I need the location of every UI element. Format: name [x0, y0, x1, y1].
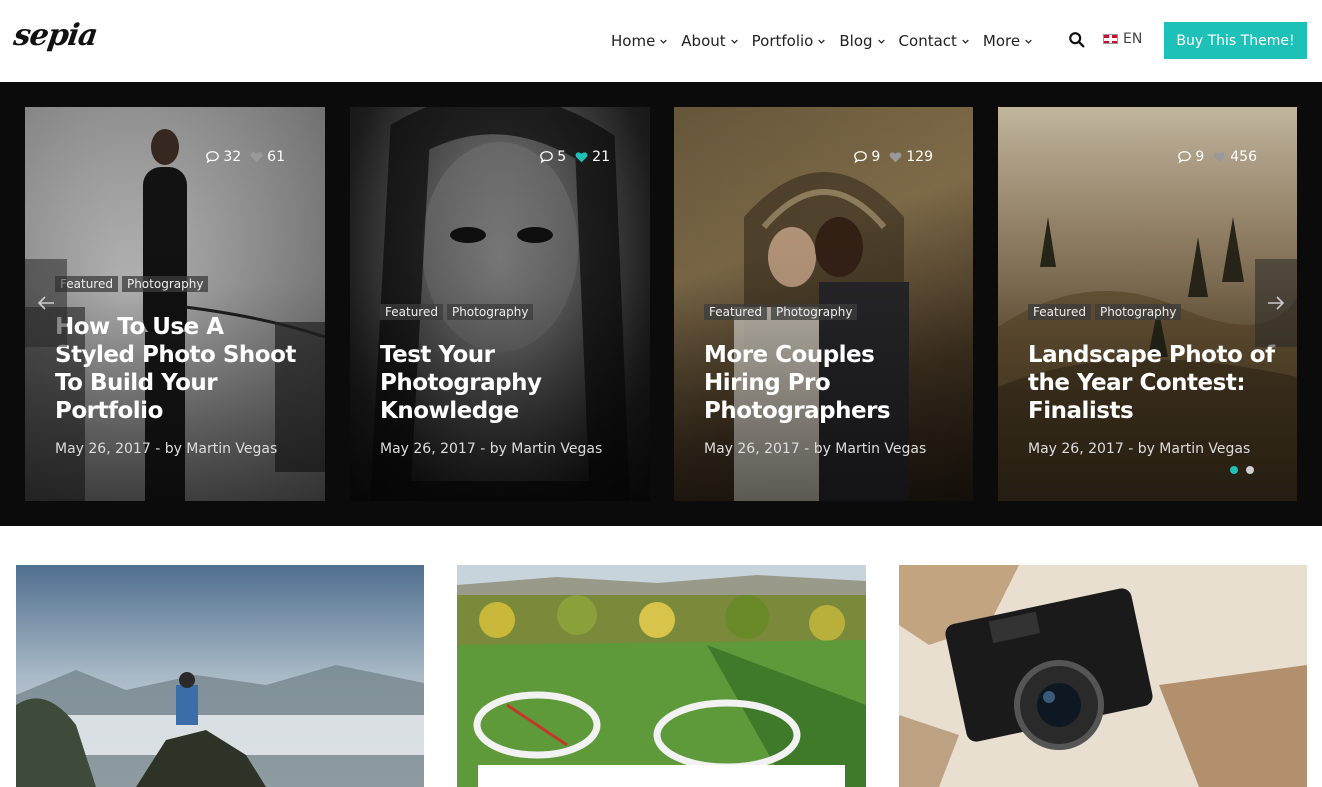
site-header: sepia Home About Portfolio Blog Contact … [0, 0, 1322, 82]
nav-item-blog[interactable]: Blog [839, 32, 885, 50]
arrow-right-icon [1268, 296, 1285, 310]
comment-icon [206, 151, 220, 164]
tag-photography[interactable]: Photography [770, 304, 858, 320]
tag-photography[interactable]: Photography [121, 276, 209, 292]
like-count: 21 [592, 149, 610, 165]
chevron-down-icon [818, 39, 826, 44]
camera-on-map-image [899, 565, 1307, 787]
like-count: 129 [906, 149, 933, 165]
heart-icon[interactable] [249, 150, 264, 164]
nav-item-label: More [982, 32, 1021, 50]
card-stats: 9 456 [1177, 149, 1257, 165]
slider-card[interactable]: 5 21 Featured Photography Test Your Phot… [350, 107, 650, 501]
heart-icon[interactable] [888, 150, 903, 164]
slider-pagination [1230, 466, 1262, 474]
tag-photography[interactable]: Photography [1094, 304, 1182, 320]
card-meta: May 26, 2017 - by Martin Vegas [704, 441, 927, 457]
chevron-down-icon [962, 39, 969, 44]
card-stats: 32 61 [205, 149, 285, 165]
main-nav: Home About Portfolio Blog Contact More [611, 30, 1046, 52]
card-meta: May 26, 2017 - by Martin Vegas [380, 441, 603, 457]
uk-flag-icon [1103, 34, 1118, 44]
comment-icon [540, 151, 554, 164]
nav-item-about[interactable]: About [681, 32, 738, 50]
card-meta: May 26, 2017 - by Martin Vegas [1028, 441, 1251, 457]
tag-featured[interactable]: Featured [1028, 304, 1091, 320]
arrow-left-icon [37, 296, 54, 310]
comment-icon [854, 151, 868, 164]
buy-theme-button[interactable]: Buy This Theme! [1164, 22, 1307, 59]
slider-card[interactable]: 32 61 Featured Photography How To Use A … [25, 107, 325, 501]
comment-icon [1178, 151, 1192, 164]
heart-icon[interactable] [1212, 150, 1227, 164]
slider-card[interactable]: 9 456 Featured Photography Landscape Pho… [998, 107, 1297, 501]
nav-item-label: Portfolio [751, 32, 814, 50]
nav-item-portfolio[interactable]: Portfolio [752, 32, 826, 50]
card-tags: Featured Photography [704, 304, 861, 320]
post-thumbnail-camera[interactable] [899, 565, 1307, 787]
search-icon[interactable] [1068, 31, 1086, 49]
slider-prev-button[interactable] [25, 259, 67, 347]
slider-next-button[interactable] [1255, 259, 1297, 347]
slider-dot-active[interactable] [1230, 466, 1238, 474]
card-title[interactable]: Landscape Photo of the Year Contest: Fin… [1028, 341, 1278, 425]
nav-item-home[interactable]: Home [611, 32, 668, 50]
featured-slider: 32 61 Featured Photography How To Use A … [0, 82, 1322, 526]
chevron-down-icon [1025, 39, 1032, 44]
comment-count: 9 [871, 149, 881, 165]
chevron-down-icon [660, 39, 668, 44]
chevron-down-icon [730, 39, 738, 44]
post-card-panel [478, 765, 845, 787]
card-tags: Featured Photography [55, 276, 212, 292]
language-switcher[interactable]: EN [1103, 31, 1142, 47]
chevron-down-icon [877, 39, 885, 44]
tag-featured[interactable]: Featured [704, 304, 767, 320]
like-count: 456 [1230, 149, 1257, 165]
nav-item-label: About [681, 32, 726, 50]
slider-card[interactable]: 9 129 Featured Photography More Couples … [674, 107, 973, 501]
post-thumbnail-drone[interactable] [457, 565, 866, 787]
card-tags: Featured Photography [1028, 304, 1185, 320]
nav-item-label: Contact [898, 32, 957, 50]
card-tags: Featured Photography [380, 304, 537, 320]
card-meta: May 26, 2017 - by Martin Vegas [55, 441, 278, 457]
nav-item-label: Blog [839, 32, 873, 50]
like-count: 61 [267, 149, 285, 165]
site-logo[interactable]: sepia [12, 18, 100, 53]
post-thumbnail-mountain[interactable] [16, 565, 424, 787]
card-stats: 9 129 [853, 149, 933, 165]
slider-dot[interactable] [1246, 466, 1254, 474]
tag-featured[interactable]: Featured [380, 304, 443, 320]
comment-count: 9 [1195, 149, 1205, 165]
comment-count: 32 [223, 149, 242, 165]
mountain-photographer-image [16, 565, 424, 787]
drone-park-image [457, 565, 866, 787]
card-title[interactable]: How To Use A Styled Photo Shoot To Build… [55, 313, 305, 425]
nav-item-more[interactable]: More [983, 32, 1032, 50]
nav-item-contact[interactable]: Contact [899, 32, 969, 50]
card-title[interactable]: More Couples Hiring Pro Photographers [704, 341, 954, 425]
card-stats: 5 21 [539, 149, 610, 165]
nav-item-label: Home [611, 32, 656, 50]
language-label: EN [1123, 31, 1143, 47]
card-title[interactable]: Test Your Photography Knowledge [380, 341, 630, 425]
tag-photography[interactable]: Photography [446, 304, 534, 320]
comment-count: 5 [557, 149, 567, 165]
heart-icon[interactable] [574, 150, 589, 164]
